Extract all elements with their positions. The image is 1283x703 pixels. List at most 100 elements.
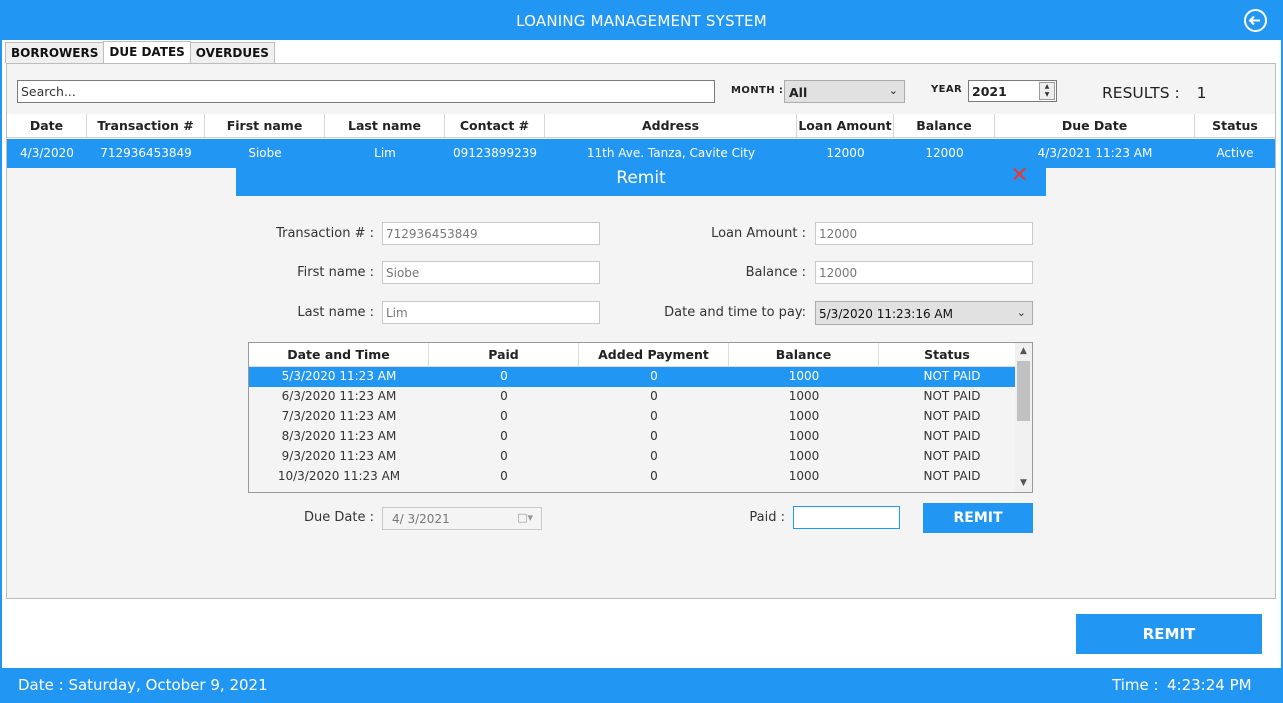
- balance-label: Balance :: [745, 265, 806, 280]
- paid-input[interactable]: [793, 506, 900, 529]
- last-name-label: Last name :: [297, 305, 374, 320]
- col-transaction[interactable]: Transaction #: [87, 114, 205, 137]
- sched-status: NOT PAID: [923, 409, 981, 423]
- col-sched-balance[interactable]: Balance: [729, 343, 879, 367]
- schedule-row[interactable]: 10/3/2020 11:23 AM 0 0 1000 NOT PAID: [249, 467, 1015, 487]
- month-value: All: [789, 85, 808, 100]
- spinner-icon[interactable]: ▲ ▼: [1039, 82, 1055, 100]
- sched-status: NOT PAID: [923, 429, 981, 443]
- due-date-label: Due Date :: [304, 510, 374, 525]
- col-sched-status[interactable]: Status: [879, 343, 1015, 367]
- spin-down-icon[interactable]: ▼: [1040, 91, 1054, 99]
- window-border-left: [0, 40, 2, 703]
- year-value: 2021: [972, 84, 1007, 99]
- year-label: YEAR: [931, 84, 963, 95]
- schedule-row[interactable]: 8/3/2020 11:23 AM 0 0 1000 NOT PAID: [249, 427, 1015, 447]
- results-value: 1: [1196, 84, 1207, 102]
- status-bar: Date : Saturday, October 9, 2021 Time : …: [0, 668, 1283, 703]
- row-date: 4/3/2020: [20, 146, 74, 160]
- grid-header: Date Transaction # First name Last name …: [7, 114, 1275, 138]
- date-to-pay-select[interactable]: 5/3/2020 11:23:16 AM ⌄: [815, 301, 1033, 325]
- year-stepper[interactable]: 2021 ▲ ▼: [968, 80, 1057, 102]
- sched-added: 0: [650, 389, 658, 403]
- payment-schedule-grid: Date and Time Paid Added Payment Balance…: [248, 342, 1033, 493]
- sched-status: NOT PAID: [923, 369, 981, 383]
- sched-paid: 0: [500, 389, 508, 403]
- dialog-remit-button[interactable]: REMIT: [923, 503, 1033, 533]
- row-last-name: Lim: [374, 146, 396, 160]
- tab-borrowers[interactable]: BORROWERS: [5, 42, 105, 63]
- table-row[interactable]: 4/3/2020 712936453849 Siobe Lim 09123899…: [7, 139, 1275, 168]
- row-balance: 12000: [925, 146, 964, 160]
- chevron-down-icon: ⌄: [888, 84, 898, 97]
- first-name-field[interactable]: Siobe: [382, 261, 600, 284]
- sched-balance: 1000: [788, 409, 820, 423]
- scroll-thumb[interactable]: [1017, 361, 1030, 421]
- col-balance[interactable]: Balance: [894, 114, 995, 137]
- sched-added: 0: [650, 409, 658, 423]
- results-count: RESULTS : 1: [1102, 84, 1207, 102]
- close-icon[interactable]: ✕: [1009, 165, 1030, 187]
- scroll-down-icon[interactable]: ▼: [1015, 475, 1032, 492]
- transaction-field[interactable]: 712936453849: [382, 222, 600, 245]
- search-input[interactable]: Search...: [17, 80, 715, 103]
- sched-date: 10/3/2020 11:23 AM: [277, 469, 401, 483]
- title-bar: LOANING MANAGEMENT SYSTEM: [0, 0, 1283, 40]
- row-transaction: 712936453849: [100, 146, 192, 160]
- calendar-icon[interactable]: □▾: [517, 511, 533, 524]
- month-select[interactable]: All ⌄: [784, 80, 905, 103]
- schedule-row[interactable]: 6/3/2020 11:23 AM 0 0 1000 NOT PAID: [249, 387, 1015, 407]
- sched-paid: 0: [500, 429, 508, 443]
- scroll-up-icon[interactable]: ▲: [1015, 343, 1032, 360]
- last-name-field[interactable]: Lim: [382, 301, 600, 324]
- current-time: 4:23:24 PM: [1167, 676, 1252, 694]
- col-contact[interactable]: Contact #: [445, 114, 545, 137]
- spin-up-icon[interactable]: ▲: [1040, 83, 1054, 91]
- sched-status: NOT PAID: [923, 389, 981, 403]
- schedule-scrollbar[interactable]: ▲ ▼: [1015, 343, 1032, 492]
- loan-amount-label: Loan Amount :: [711, 226, 806, 241]
- paid-label: Paid :: [749, 510, 785, 525]
- sched-status: NOT PAID: [923, 469, 981, 483]
- sched-date: 6/3/2020 11:23 AM: [281, 389, 397, 403]
- schedule-row[interactable]: 7/3/2020 11:23 AM 0 0 1000 NOT PAID: [249, 407, 1015, 427]
- col-address[interactable]: Address: [545, 114, 797, 137]
- sched-paid: 0: [500, 449, 508, 463]
- tab-overdues[interactable]: OVERDUES: [189, 42, 275, 63]
- tab-strip: BORROWERS DUE DATES OVERDUES: [5, 41, 275, 64]
- sched-added: 0: [650, 429, 658, 443]
- sched-date: 5/3/2020 11:23 AM: [281, 369, 397, 383]
- due-date-picker[interactable]: 4/ 3/2021 □▾: [382, 507, 542, 530]
- sched-balance: 1000: [788, 369, 820, 383]
- col-status[interactable]: Status: [1195, 114, 1275, 137]
- col-last-name[interactable]: Last name: [325, 114, 445, 137]
- date-to-pay-value: 5/3/2020 11:23:16 AM: [819, 307, 953, 321]
- col-loan-amount[interactable]: Loan Amount: [797, 114, 894, 137]
- schedule-row[interactable]: 5/3/2020 11:23 AM 0 0 1000 NOT PAID: [249, 367, 1015, 387]
- col-date-time[interactable]: Date and Time: [249, 343, 429, 367]
- logout-icon[interactable]: [1243, 8, 1268, 33]
- sched-balance: 1000: [788, 389, 820, 403]
- sched-added: 0: [650, 469, 658, 483]
- sched-added: 0: [650, 369, 658, 383]
- time-label: Time :: [1112, 676, 1159, 694]
- row-loan-amount: 12000: [826, 146, 865, 160]
- loan-amount-field[interactable]: 12000: [815, 222, 1033, 245]
- sched-added: 0: [650, 449, 658, 463]
- schedule-row[interactable]: 9/3/2020 11:23 AM 0 0 1000 NOT PAID: [249, 447, 1015, 467]
- col-due-date[interactable]: Due Date: [995, 114, 1195, 137]
- tab-due-dates[interactable]: DUE DATES: [103, 41, 191, 63]
- col-first-name[interactable]: First name: [205, 114, 325, 137]
- row-contact: 09123899239: [453, 146, 537, 160]
- col-added-payment[interactable]: Added Payment: [579, 343, 729, 367]
- col-paid[interactable]: Paid: [429, 343, 579, 367]
- remit-button[interactable]: REMIT: [1076, 614, 1262, 654]
- col-date[interactable]: Date: [7, 114, 87, 137]
- date-to-pay-label: Date and time to pay:: [664, 305, 806, 320]
- balance-field[interactable]: 12000: [815, 261, 1033, 284]
- sched-paid: 0: [500, 369, 508, 383]
- row-first-name: Siobe: [248, 146, 282, 160]
- month-label: MONTH :: [731, 85, 784, 96]
- first-name-label: First name :: [297, 265, 374, 280]
- sched-balance: 1000: [788, 429, 820, 443]
